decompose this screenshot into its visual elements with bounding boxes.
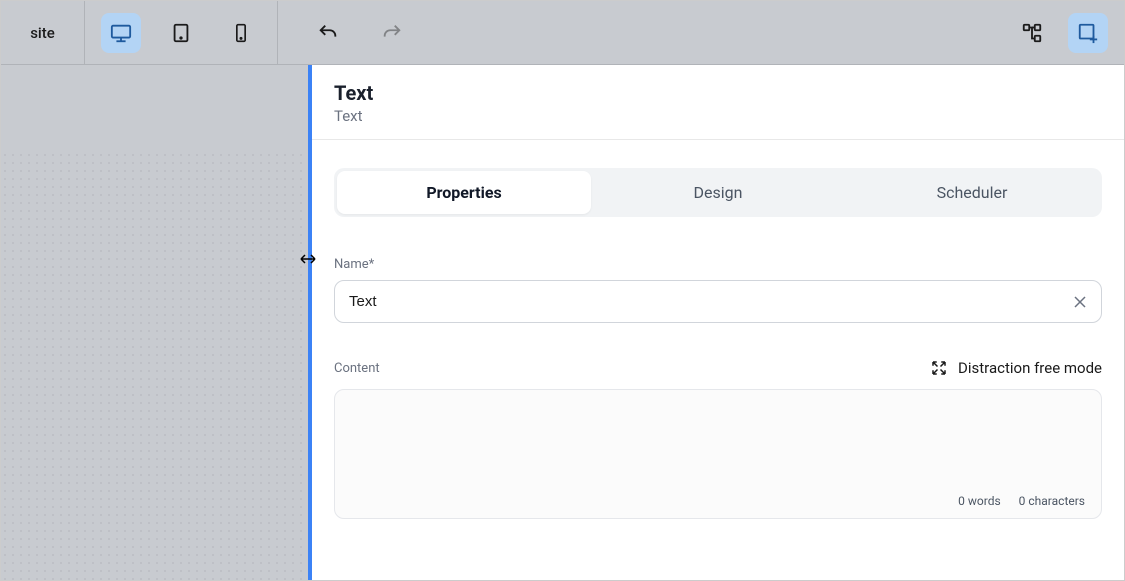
- undo-icon: [317, 22, 339, 44]
- properties-panel: Text Text Properties Design Scheduler Na…: [308, 65, 1124, 580]
- desktop-device-button[interactable]: [101, 13, 141, 53]
- mobile-device-button[interactable]: [221, 13, 261, 53]
- tab-scheduler[interactable]: Scheduler: [845, 171, 1099, 214]
- expand-icon: [930, 359, 948, 377]
- redo-icon: [381, 22, 403, 44]
- toolbar: site: [1, 1, 1124, 65]
- tab-properties[interactable]: Properties: [337, 171, 591, 214]
- panel-body: Properties Design Scheduler Name* Conten…: [312, 140, 1124, 580]
- content-header: Content Distraction free mode: [334, 359, 1102, 377]
- name-label: Name*: [334, 257, 1102, 272]
- add-square-icon: [1077, 22, 1099, 44]
- tab-design[interactable]: Design: [591, 171, 845, 214]
- tree-icon: [1021, 22, 1043, 44]
- word-count: 0 words: [958, 494, 1001, 508]
- toolbar-right: [1012, 13, 1124, 53]
- panel-header: Text Text: [312, 65, 1124, 140]
- name-input-wrapper: [334, 280, 1102, 323]
- history-controls: [278, 1, 442, 64]
- redo-button: [378, 19, 406, 47]
- site-label[interactable]: site: [1, 1, 85, 64]
- panel-title: Text: [334, 81, 1102, 105]
- content-editor[interactable]: 0 words 0 characters: [334, 389, 1102, 519]
- tablet-device-button[interactable]: [161, 13, 201, 53]
- canvas-preview: [1, 65, 308, 580]
- editor-status: 0 words 0 characters: [958, 494, 1085, 508]
- distraction-free-label: Distraction free mode: [958, 359, 1102, 377]
- close-icon: [1074, 296, 1086, 308]
- tablet-icon: [170, 22, 192, 44]
- desktop-icon: [110, 22, 132, 44]
- clear-name-button[interactable]: [1070, 292, 1090, 312]
- device-switcher: [85, 1, 278, 64]
- mobile-icon: [231, 22, 251, 44]
- panel-resize-handle[interactable]: [298, 249, 318, 269]
- name-input[interactable]: [334, 280, 1102, 323]
- add-component-button[interactable]: [1068, 13, 1108, 53]
- tree-view-button[interactable]: [1012, 13, 1052, 53]
- canvas-area: Text Text Properties Design Scheduler Na…: [1, 65, 1124, 580]
- panel-subtitle: Text: [334, 107, 1102, 125]
- undo-button[interactable]: [314, 19, 342, 47]
- distraction-free-button[interactable]: Distraction free mode: [930, 359, 1102, 377]
- content-label: Content: [334, 361, 380, 376]
- tabs: Properties Design Scheduler: [334, 168, 1102, 217]
- canvas-grid: [1, 151, 308, 580]
- char-count: 0 characters: [1019, 494, 1085, 508]
